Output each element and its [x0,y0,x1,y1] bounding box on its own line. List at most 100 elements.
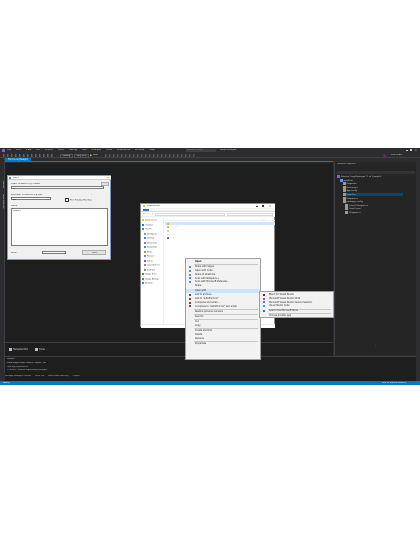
ribbon-tab[interactable]: Share [163,209,168,211]
nav-item[interactable]: Pictures [144,255,154,258]
bottom-tab[interactable]: Error List [35,375,44,377]
search-box[interactable]: Search (Ctrl+Q) [186,148,216,153]
serial-textbox[interactable] [42,251,66,255]
context-menu-item[interactable]: Open [186,260,260,264]
file-row[interactable]: Lazy-Printer-Demonstration 12/21/2021 8:3… [165,236,275,239]
solution-tree-item[interactable]: Form1.cs [342,193,403,196]
bottom-tool-tabs[interactable]: Package Manager Console Error List Web Pub… [5,375,205,379]
back-icon[interactable]: ← [143,213,145,215]
solution-tree-item[interactable]: Form1.resx [345,207,361,211]
nav-item[interactable]: Downloads [144,246,157,249]
status-listbox[interactable]: listBox1 [11,208,108,246]
solution-tree-item[interactable]: References [342,185,358,189]
solution-tree-item[interactable]: packages.config [342,200,363,204]
folder-textbox[interactable]: c:\ [11,186,104,190]
bottom-tab[interactable]: Output [73,375,80,377]
menu-item[interactable]: Debug [69,149,77,151]
solution-tree-item[interactable]: Form1.Designer.cs [345,203,368,207]
solution-tree-item[interactable]: Program.cs [345,211,361,214]
nav-item[interactable]: Local Disk (C:) [144,264,160,267]
output-source[interactable]: Show output from: Source Control - Git [7,362,46,364]
solution-bottom-tab[interactable]: Git Changes [367,345,379,346]
solution-tree-item[interactable]: Program.cs [342,196,358,200]
ribbon-tab[interactable]: View [173,209,178,211]
extension-textbox[interactable]: pdf [11,197,51,201]
print-checkbox[interactable]: Print Pending Files Now [65,197,92,202]
toolbar-icons-2[interactable] [105,154,195,157]
nav-item[interactable]: Videos [144,259,153,263]
menu-item[interactable]: Test [82,149,87,151]
explorer-search[interactable]: Search Fold/Preview [227,213,273,216]
toolbar-icons[interactable] [3,154,53,157]
nav-item[interactable]: Stuff (D:) [144,268,155,272]
solution-bottom-tabs[interactable]: Properties Solution Explorer Git Changes Te… [335,345,417,347]
context-menu-item[interactable]: Compress to "autoPrint.rar" and email [186,305,260,309]
col-name[interactable]: Name [167,219,173,221]
col-type[interactable]: Type [262,219,266,221]
solution-tree-item[interactable]: Solution 'Lazy-Prototype' (1 of 1 projec… [337,175,381,178]
open-with-item[interactable]: Choose another app [260,314,333,318]
nav-item[interactable]: OneDrive [142,223,153,227]
data-sources-tab[interactable]: Data Sources [2,194,4,209]
open-with-item[interactable]: Search the Microsoft Store [260,309,333,313]
address-bar[interactable]: Fold > Fold/Preview [155,213,225,216]
open-with-item[interactable]: Visual Studio Code [260,304,333,308]
tab-form1-design[interactable]: Form1.cs [Design] [5,158,31,162]
menu-item[interactable]: Help [149,149,154,151]
solution-tree-item[interactable]: App.config [342,189,357,193]
tray-timer[interactable]: Timer [35,348,45,351]
toolbox-tab[interactable]: Toolbox [2,180,4,188]
main-menu[interactable]: File Edit View Git Project Build Debug Test Anal… [7,149,160,151]
notification-badge[interactable] [383,153,386,157]
window-controls[interactable]: × [406,149,418,152]
bottom-tab[interactable]: Web Publish Activity [48,375,68,377]
live-share-button[interactable]: Live Share [391,154,402,156]
nav-item[interactable]: Google Backup [142,277,159,281]
solution-bottom-tab[interactable]: Solution Explorer [348,345,364,346]
nav-item[interactable]: Documents [144,241,157,245]
maximize-icon[interactable] [410,149,412,152]
close-icon[interactable]: × [415,149,418,152]
ribbon-tab[interactable]: Home [153,209,159,211]
menu-item[interactable]: Git [36,149,39,151]
menu-item[interactable]: Edit [16,149,21,151]
explorer-maximize-icon[interactable] [262,205,264,207]
ribbon-tab[interactable]: File [143,208,150,211]
solution-bottom-tab[interactable]: Properties [335,345,345,346]
nav-item[interactable]: Music [144,250,152,254]
up-icon[interactable]: ↑ [151,213,153,215]
menu-item[interactable]: File [7,149,11,151]
nav-item[interactable]: Google Drive [142,273,157,276]
menu-item[interactable]: View [26,149,32,151]
explorer-close-icon[interactable]: × [269,205,271,208]
menu-item[interactable]: Project [45,149,53,151]
solution-bottom-tab[interactable]: Team Explorer [381,345,394,346]
forward-icon[interactable]: → [147,213,149,215]
source-control-button[interactable]: Add to Source Control [382,382,406,384]
menu-item[interactable]: Window [135,149,144,151]
context-menu-item[interactable]: Properties [186,342,260,346]
nav-item[interactable]: Network [142,282,153,285]
solution-tree-item[interactable]: autoPrint [339,178,353,182]
browse-button[interactable] [101,182,109,186]
start-form-button[interactable]: Start [82,250,106,255]
context-menu-item[interactable]: Restore previous versions [186,310,260,314]
context-menu-item[interactable]: Send to [186,315,260,319]
nav-item[interactable]: 3D Objects [144,232,157,236]
context-menu-item[interactable]: Copy [186,324,260,328]
context-menu-item[interactable]: Rename [186,337,260,341]
menu-item[interactable]: Analyze [92,149,101,151]
tray-filesystemwatcher[interactable]: fileSystemW1 [9,348,28,351]
form1-designer[interactable]: Form1 × Folder To Watch (e.g. c:\data) c… [7,175,111,260]
nav-item[interactable]: Quick access [142,219,157,222]
menu-item[interactable]: Extensions [117,149,130,151]
menu-item[interactable]: Build [58,149,64,151]
nav-item[interactable]: This PC [142,228,152,231]
nav-item[interactable]: Desktop [144,237,154,240]
solution-tree-item[interactable]: Properties [342,182,357,186]
bottom-tab[interactable]: Package Manager Console [5,375,31,377]
menu-item[interactable]: Tools [106,149,112,151]
solution-search-box[interactable]: Search Solution Explorer (Ctrl+;) [337,171,415,175]
context-menu-item[interactable]: Share [186,284,260,288]
col-date[interactable]: Date modified [227,219,240,221]
